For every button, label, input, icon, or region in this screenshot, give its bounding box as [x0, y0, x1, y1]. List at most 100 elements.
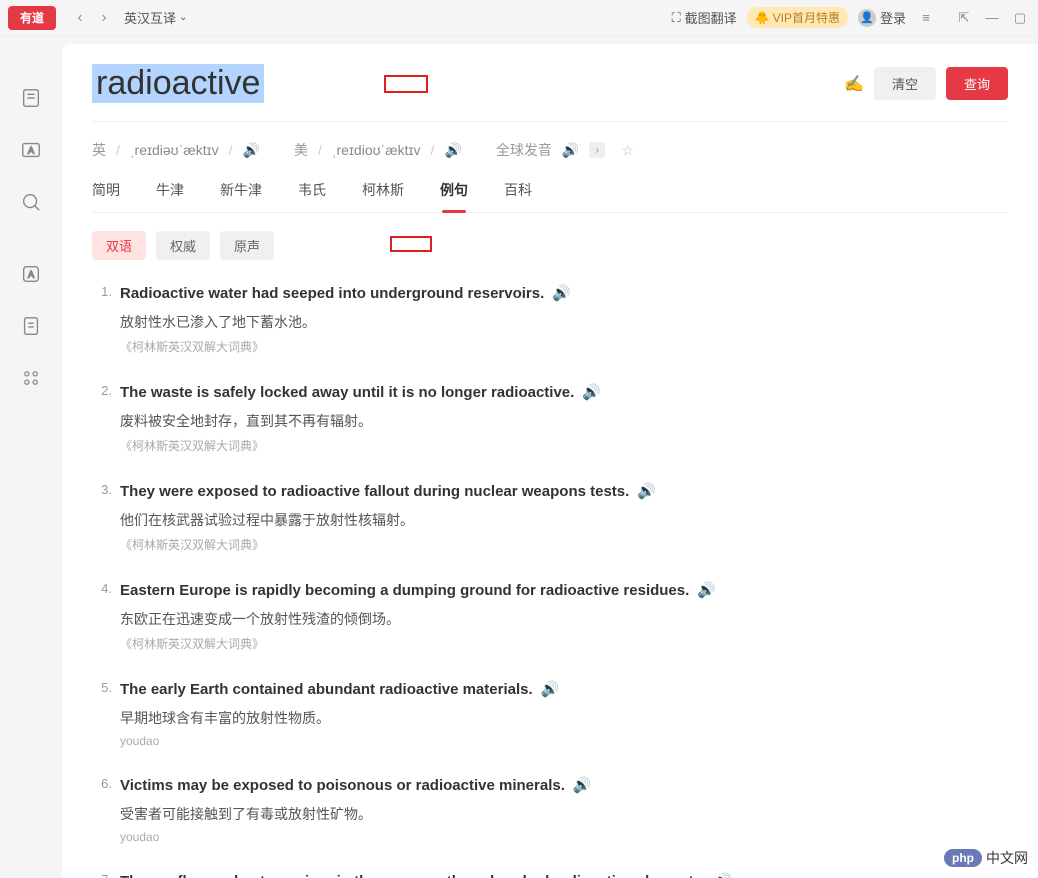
- sentence-item: 7. The sunflowers kept growing; in the pr…: [92, 870, 1008, 878]
- sentence-item: 5. The early Earth contained abundant rad…: [92, 678, 1008, 748]
- chevron-down-icon: ⌄: [179, 12, 187, 23]
- sentence-speaker-icon[interactable]: 🔊: [697, 579, 716, 603]
- filter-0[interactable]: 双语: [92, 231, 146, 260]
- nav-forward-button[interactable]: ›: [92, 6, 116, 30]
- sentence-number: 1.: [92, 282, 112, 355]
- us-ipa: ˌreɪdioʊˈæktɪv: [332, 142, 421, 158]
- sentence-speaker-icon[interactable]: 🔊: [552, 282, 571, 306]
- sentence-source: youdao: [120, 830, 1008, 844]
- app-logo: 有道: [8, 6, 56, 30]
- handwrite-icon[interactable]: ✍: [844, 74, 864, 94]
- screenshot-translate-button[interactable]: ⛶ 截图翻译: [672, 8, 737, 27]
- uk-label: 英: [92, 140, 106, 160]
- search-input[interactable]: radioactive: [92, 64, 264, 103]
- sentence-source: 《柯林斯英汉双解大词典》: [120, 536, 1008, 553]
- sentence-number: 4.: [92, 579, 112, 652]
- sentence-source: 《柯林斯英汉双解大词典》: [120, 635, 1008, 652]
- sentence-speaker-icon[interactable]: 🔊: [714, 870, 733, 878]
- sentence-source: youdao: [120, 734, 1008, 748]
- filter-2[interactable]: 原声: [220, 231, 274, 260]
- sentence-chinese: 东欧正在迅速变成一个放射性残渣的倾倒场。: [120, 609, 1008, 629]
- sentence-item: 4. Eastern Europe is rapidly becoming a d…: [92, 579, 1008, 652]
- us-speaker-icon[interactable]: 🔊: [444, 142, 461, 159]
- svg-text:A: A: [28, 270, 35, 280]
- sentence-speaker-icon[interactable]: 🔊: [573, 774, 592, 798]
- uk-ipa: ˌreɪdiəʊˈæktɪv: [130, 142, 219, 158]
- menu-button[interactable]: ≡: [916, 8, 936, 28]
- sentence-number: 5.: [92, 678, 112, 748]
- annotation-box-2: [390, 236, 432, 252]
- sidebar-translate-icon[interactable]: A: [19, 138, 43, 162]
- language-selector[interactable]: 英汉互译 ⌄: [124, 8, 187, 27]
- svg-text:A: A: [28, 146, 35, 156]
- tab-0[interactable]: 简明: [92, 180, 120, 212]
- sentence-number: 6.: [92, 774, 112, 844]
- sentence-filters: 双语权威原声: [92, 231, 1008, 260]
- maximize-button[interactable]: ▢: [1010, 8, 1030, 28]
- tab-6[interactable]: 百科: [504, 180, 532, 212]
- sidebar-search-icon[interactable]: [19, 190, 43, 214]
- sentence-english: Eastern Europe is rapidly becoming a dum…: [120, 579, 1008, 603]
- sentence-english: Victims may be exposed to poisonous or r…: [120, 774, 1008, 798]
- tab-4[interactable]: 柯林斯: [362, 180, 404, 212]
- sentence-number: 2.: [92, 381, 112, 454]
- sentence-english: They were exposed to radioactive fallout…: [120, 480, 1008, 504]
- sentence-english: Radioactive water had seeped into underg…: [120, 282, 1008, 306]
- sidebar-apps-icon[interactable]: [19, 366, 43, 390]
- sentence-source: 《柯林斯英汉双解大词典》: [120, 338, 1008, 355]
- language-selector-label: 英汉互译: [124, 8, 176, 27]
- titlebar: 有道 ‹ › 英汉互译 ⌄ ⛶ 截图翻译 🐥 VIP首月特惠 👤 登录 ≡ ⇱ …: [0, 0, 1038, 36]
- vip-label: VIP首月特惠: [773, 9, 840, 26]
- chevron-right-icon[interactable]: ›: [589, 142, 605, 158]
- sentence-number: 7.: [92, 870, 112, 878]
- favorite-star-icon[interactable]: ☆: [621, 142, 634, 159]
- sentence-source: 《柯林斯英汉双解大词典》: [120, 437, 1008, 454]
- sentence-speaker-icon[interactable]: 🔊: [637, 480, 656, 504]
- annotation-box-1: [384, 75, 428, 93]
- dictionary-tabs: 简明 牛津 新牛津 韦氏 柯林斯 例句 百科: [92, 180, 1008, 213]
- sentence-speaker-icon[interactable]: 🔊: [541, 678, 560, 702]
- global-pronounce-label: 全球发音: [496, 140, 552, 160]
- tab-2[interactable]: 新牛津: [220, 180, 262, 212]
- popout-button[interactable]: ⇱: [954, 8, 974, 28]
- sidebar: A A: [0, 36, 62, 878]
- sentence-item: 6. Victims may be exposed to poisonous or…: [92, 774, 1008, 844]
- sidebar-doc-icon[interactable]: [19, 314, 43, 338]
- watermark: php 中文网: [944, 848, 1028, 868]
- us-label: 美: [294, 140, 308, 160]
- sentence-english: The early Earth contained abundant radio…: [120, 678, 1008, 702]
- sidebar-vocab-icon[interactable]: A: [19, 262, 43, 286]
- sentence-english: The sunflowers kept growing; in the proc…: [120, 870, 1008, 878]
- sentence-item: 1. Radioactive water had seeped into unde…: [92, 282, 1008, 355]
- sentence-number: 3.: [92, 480, 112, 553]
- minimize-button[interactable]: —: [982, 8, 1002, 28]
- search-row: radioactive ✍ 清空 查询: [92, 64, 1008, 122]
- sentence-chinese: 受害者可能接触到了有毒或放射性矿物。: [120, 804, 1008, 824]
- tab-1[interactable]: 牛津: [156, 180, 184, 212]
- sidebar-dict-icon[interactable]: [19, 86, 43, 110]
- sentence-item: 2. The waste is safely locked away until …: [92, 381, 1008, 454]
- filter-1[interactable]: 权威: [156, 231, 210, 260]
- crop-icon: ⛶: [672, 10, 681, 26]
- nav-back-button[interactable]: ‹: [68, 6, 92, 30]
- phonetics-row: 英 / ˌreɪdiəʊˈæktɪv / 🔊 美 / ˌreɪdioʊˈæktɪ…: [92, 140, 1008, 160]
- sentence-chinese: 放射性水已渗入了地下蓄水池。: [120, 312, 1008, 332]
- search-button[interactable]: 查询: [946, 67, 1008, 100]
- watermark-text: 中文网: [986, 848, 1028, 868]
- tab-5[interactable]: 例句: [440, 180, 468, 212]
- sentence-item: 3. They were exposed to radioactive fallo…: [92, 480, 1008, 553]
- sentence-english: The waste is safely locked away until it…: [120, 381, 1008, 405]
- sentence-list: 1. Radioactive water had seeped into unde…: [92, 282, 1008, 878]
- tab-3[interactable]: 韦氏: [298, 180, 326, 212]
- sentence-chinese: 早期地球含有丰富的放射性物质。: [120, 708, 1008, 728]
- login-label: 登录: [880, 8, 906, 27]
- sentence-chinese: 他们在核武器试验过程中暴露于放射性核辐射。: [120, 510, 1008, 530]
- php-badge: php: [944, 849, 982, 867]
- clear-button[interactable]: 清空: [874, 67, 936, 100]
- global-speaker-icon[interactable]: 🔊: [562, 142, 579, 159]
- sentence-chinese: 废料被安全地封存，直到其不再有辐射。: [120, 411, 1008, 431]
- vip-badge[interactable]: 🐥 VIP首月特惠: [747, 7, 848, 28]
- sentence-speaker-icon[interactable]: 🔊: [582, 381, 601, 405]
- uk-speaker-icon[interactable]: 🔊: [243, 142, 260, 159]
- login-button[interactable]: 👤 登录: [858, 8, 906, 27]
